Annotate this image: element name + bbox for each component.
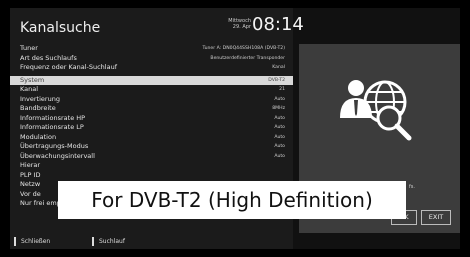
setting-value: Auto <box>274 96 285 102</box>
setting-row[interactable]: Informationsrate HP Auto <box>10 114 293 124</box>
caption-overlay: For DVB-T2 (High Definition) <box>58 181 406 219</box>
close-hint[interactable]: Schließen <box>14 237 50 246</box>
setting-value: Tuner A: DN0Q44SSH108A (DVB-T2) <box>202 46 286 51</box>
setting-row[interactable]: Hierar <box>10 161 293 171</box>
setting-label: Vor de <box>20 189 41 198</box>
setting-row[interactable]: Übertragungs-Modus Auto <box>10 142 293 152</box>
setting-value: Auto <box>274 153 285 159</box>
setting-row[interactable]: Invertierung Auto <box>10 95 293 105</box>
setting-label: System <box>20 75 45 84</box>
setting-label: PLP ID <box>20 170 41 179</box>
setting-value: Benutzerdefinierter Transponder <box>210 55 285 61</box>
exit-button[interactable]: EXIT <box>421 210 451 225</box>
setting-label: Tuner <box>20 44 38 52</box>
dialog-text-fragment: fs. <box>409 184 415 190</box>
setting-value: Auto <box>274 115 285 121</box>
setting-label: Invertierung <box>20 94 60 103</box>
setting-label: Informationsrate LP <box>20 123 84 131</box>
setting-label: Netzw <box>20 180 41 188</box>
menu-header: Kanalsuche Mittwoch 29. Apr 08:14 <box>10 8 304 42</box>
user-globe-search-icon <box>337 74 419 146</box>
caption-text: For DVB-T2 (High Definition) <box>91 188 373 212</box>
setting-value: DVB-T2 <box>268 77 285 83</box>
setting-value: Kanal <box>272 65 285 70</box>
setting-value: 8MHz <box>272 106 285 111</box>
date-label: 29. Apr <box>232 24 251 30</box>
setting-value: Auto <box>274 125 285 130</box>
setting-label: Modulation <box>20 132 57 141</box>
setting-label: Überwachungsintervall <box>20 151 95 160</box>
setting-row[interactable]: Tuner Tuner A: DN0Q44SSH108A (DVB-T2) <box>10 44 293 54</box>
setting-label: Informationsrate HP <box>20 113 86 122</box>
setting-label: Bandbreite <box>20 104 56 112</box>
tv-screen: Kanalsuche Mittwoch 29. Apr 08:14 Tuner T… <box>10 8 460 249</box>
setting-label: Kanal <box>20 85 39 93</box>
page-title: Kanalsuche <box>20 20 101 36</box>
setting-row[interactable]: System DVB-T2 <box>10 75 293 85</box>
setting-value: Auto <box>274 134 285 140</box>
setting-row[interactable]: Frequenz oder Kanal-Suchlauf Kanal <box>10 63 293 73</box>
footer-bar: Schließen Suchlauf <box>10 234 293 249</box>
setting-row[interactable]: Art des Suchlaufs Benutzerdefinierter Tra… <box>10 54 293 64</box>
setting-label: Frequenz oder Kanal-Suchlauf <box>20 63 117 71</box>
setting-row[interactable]: Informationsrate LP Auto <box>10 123 293 133</box>
scan-hint[interactable]: Suchlauf <box>92 237 125 246</box>
setting-value: Auto <box>274 144 285 149</box>
setting-label: Übertragungs-Modus <box>20 142 89 150</box>
setting-value: 21 <box>279 87 285 92</box>
setting-row[interactable]: Kanal 21 <box>10 85 293 95</box>
setting-row[interactable]: Überwachungsintervall Auto <box>10 152 293 162</box>
date-display: Mittwoch 29. Apr <box>223 18 251 30</box>
setting-row[interactable]: PLP ID <box>10 171 293 181</box>
clock: 08:14 <box>252 14 304 35</box>
setting-label: Hierar <box>20 161 41 169</box>
setting-row[interactable]: Modulation Auto <box>10 133 293 143</box>
setting-label: Art des Suchlaufs <box>20 53 77 62</box>
setting-row[interactable]: Bandbreite 8MHz <box>10 104 293 114</box>
